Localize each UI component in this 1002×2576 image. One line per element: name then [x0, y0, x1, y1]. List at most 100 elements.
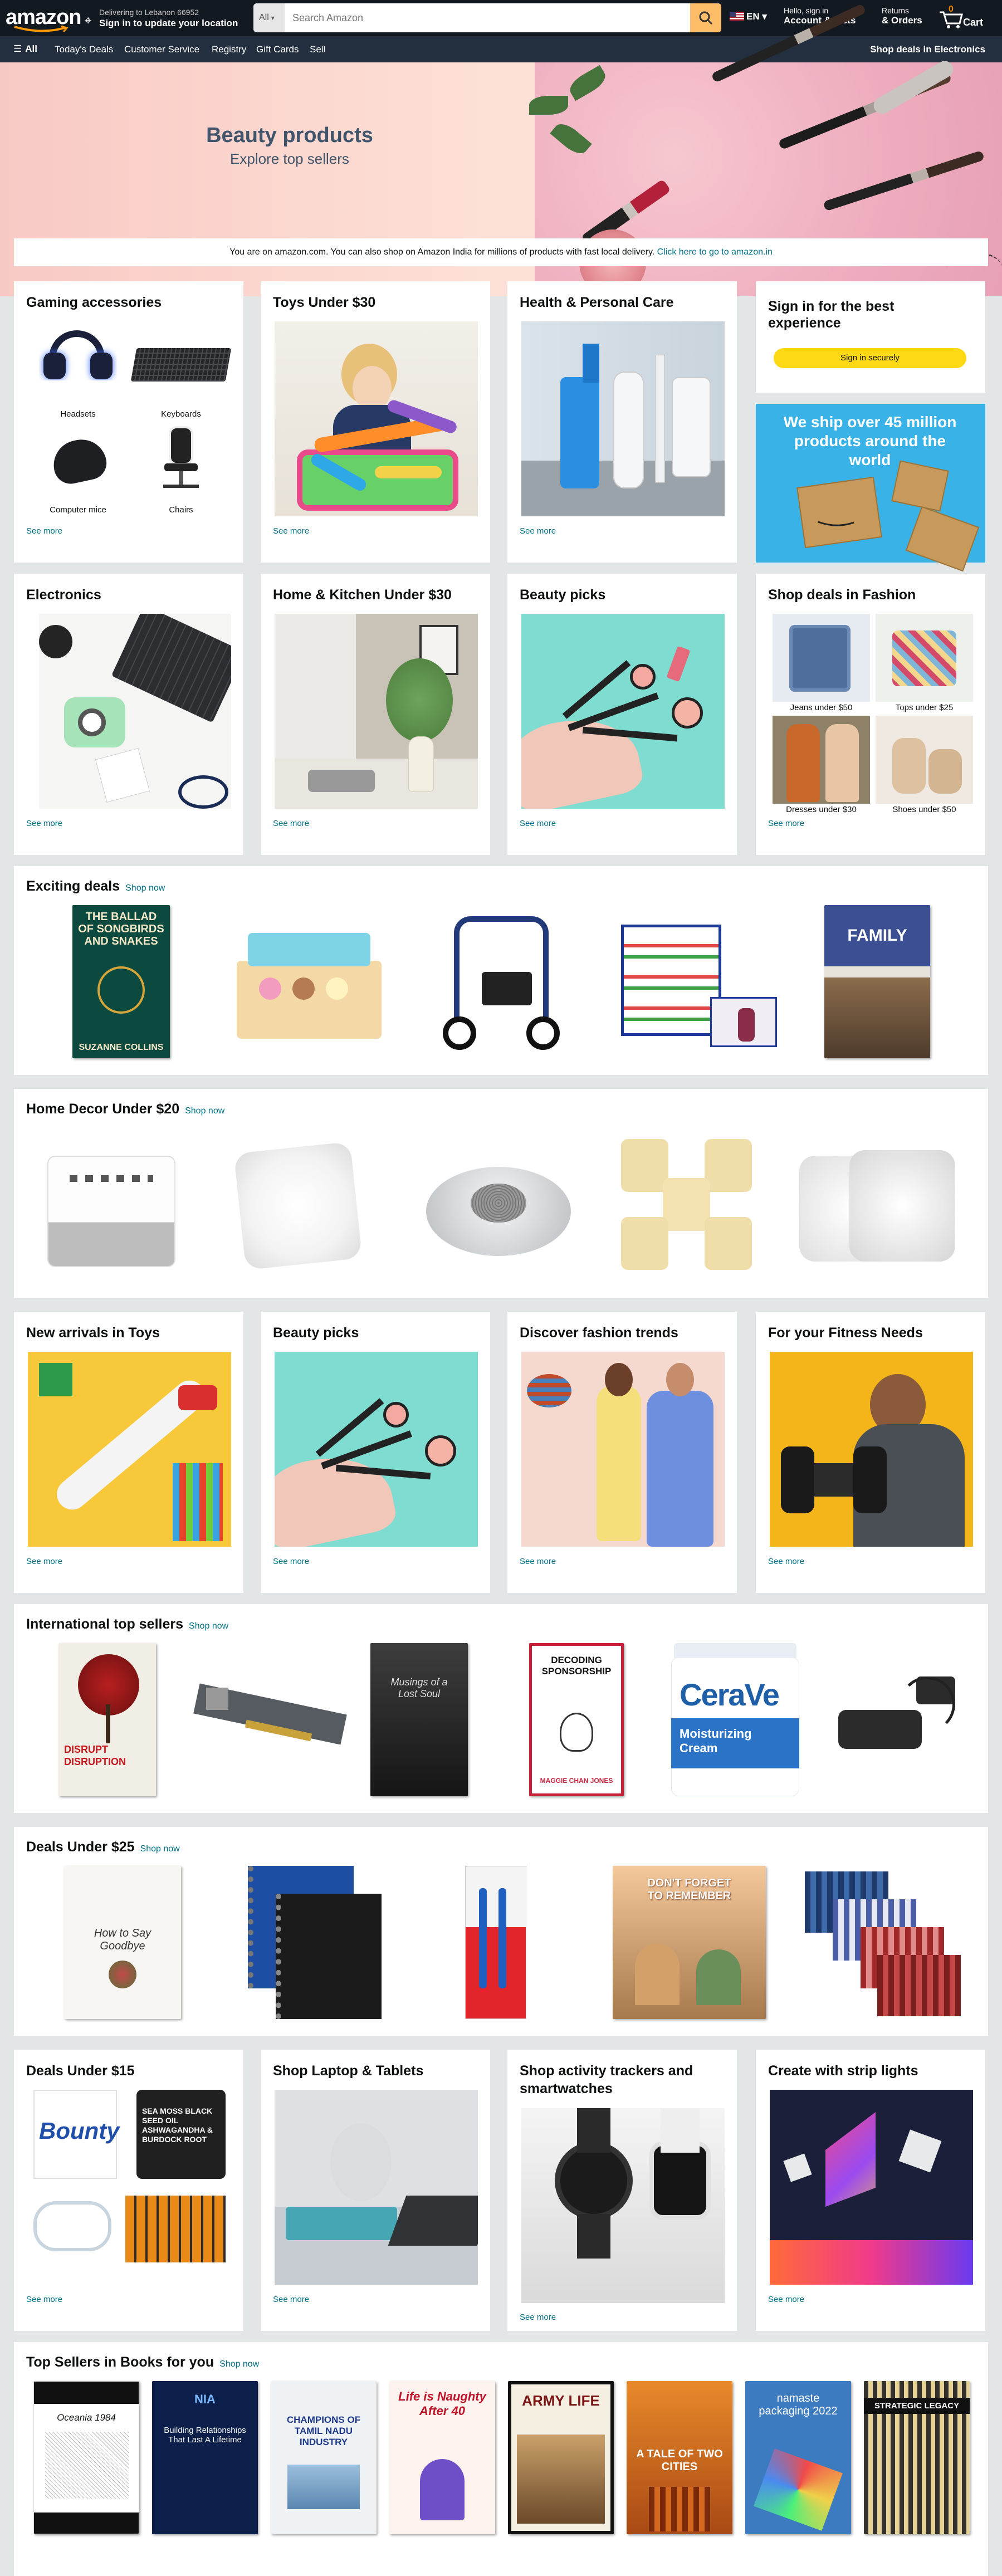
beauty-picks-image[interactable]	[521, 614, 725, 809]
product-ice-cream-toy[interactable]	[226, 916, 398, 1050]
see-more-link[interactable]: See more	[273, 2295, 309, 2304]
product-boxers[interactable]	[799, 1866, 966, 2025]
product-remember-book[interactable]: DON'T FORGET TO REMEMBER	[613, 1866, 766, 2019]
language-selector[interactable]: EN ▾	[730, 11, 767, 22]
smartwatch-image[interactable]	[521, 2108, 725, 2303]
card-title: Discover fashion trends	[520, 1325, 678, 1341]
health-image[interactable]	[521, 321, 725, 516]
see-more-link[interactable]: See more	[26, 526, 62, 536]
keyboard-image[interactable]	[131, 337, 231, 393]
tops-image[interactable]	[876, 614, 973, 702]
search-category-dropdown[interactable]: All	[253, 3, 285, 32]
see-more-link[interactable]: See more	[520, 1557, 556, 1566]
deals-15-image[interactable]: Bounty SEA MOSS BLACK SEED OIL ASHWAGAND…	[28, 2090, 231, 2285]
product-white-noise-box[interactable]	[36, 1133, 187, 1278]
shop-now-link[interactable]: Shop now	[125, 883, 165, 893]
product-disrupt-book[interactable]: DISRUPT DISRUPTION	[58, 1643, 156, 1796]
shoes-image[interactable]	[876, 716, 973, 804]
dresses-image[interactable]	[773, 716, 870, 804]
book-oceania[interactable]: Oceania 1984	[33, 2381, 139, 2534]
see-more-link[interactable]: See more	[273, 526, 309, 536]
see-more-link[interactable]: See more	[768, 819, 804, 828]
see-more-link[interactable]: See more	[273, 819, 309, 828]
toys-image[interactable]	[275, 321, 478, 516]
headset-image[interactable]	[39, 325, 117, 380]
product-pentel-pens[interactable]	[460, 1866, 532, 2025]
shop-now-link[interactable]: Shop now	[189, 1621, 228, 1631]
nav-todays-deals[interactable]: Today's Deals	[55, 44, 113, 55]
see-more-link[interactable]: See more	[273, 1557, 309, 1566]
book-relationships[interactable]: NIA Building Relationships That Last A L…	[152, 2381, 258, 2534]
dresses-label[interactable]: Dresses under $30	[773, 805, 870, 814]
returns-orders[interactable]: Returns & Orders	[882, 6, 932, 26]
see-more-link[interactable]: See more	[520, 2313, 556, 2322]
book-life-naughty[interactable]: Life is Naughty After 40	[389, 2381, 495, 2534]
keyboards-label[interactable]: Keyboards	[131, 409, 231, 419]
search-bar: All	[253, 3, 721, 32]
nav-gift-cards[interactable]: Gift Cards	[256, 44, 299, 55]
product-sound-machine[interactable]	[409, 1133, 588, 1278]
card-strip-lights: Create with strip lights See more	[756, 2050, 985, 2331]
jeans-label[interactable]: Jeans under $50	[773, 703, 870, 712]
all-menu-button[interactable]: All	[13, 43, 37, 55]
see-more-link[interactable]: See more	[768, 1557, 804, 1566]
product-rollator[interactable]	[421, 905, 588, 1064]
book-namaste-packaging[interactable]: namaste packaging 2022	[745, 2381, 851, 2534]
fashion-trends-image[interactable]	[521, 1352, 725, 1547]
shoes-label[interactable]: Shoes under $50	[876, 805, 973, 814]
nav-electronics-deals[interactable]: Shop deals in Electronics	[870, 44, 985, 55]
delivery-location[interactable]: ⌖ Delivering to Lebanon 66952 Sign in to…	[85, 6, 246, 30]
see-more-link[interactable]: See more	[26, 819, 62, 828]
product-art-organizer[interactable]	[604, 913, 788, 1058]
see-more-link[interactable]: See more	[768, 2295, 804, 2304]
product-decoding-book[interactable]: DECODING SPONSORSHIP MAGGIE CHAN JONES	[529, 1643, 624, 1796]
home-kitchen-image[interactable]	[275, 614, 478, 809]
product-ballad-book[interactable]: THE BALLAD OF SONGBIRDS AND SNAKES SUZAN…	[72, 905, 170, 1058]
tops-label[interactable]: Tops under $25	[876, 703, 973, 712]
see-more-link[interactable]: See more	[26, 1557, 62, 1566]
product-goodbye-book[interactable]: How to Say Goodbye	[64, 1866, 181, 2019]
card-toys-under-30: Toys Under $30 See more	[261, 281, 490, 563]
computer-mice-label[interactable]: Computer mice	[39, 505, 117, 515]
product-battery-charger[interactable]	[816, 1654, 972, 1788]
book-two-cities[interactable]: A TALE OF TWO CITIES	[627, 2381, 732, 2534]
laptop-image[interactable]	[275, 2090, 478, 2285]
nav-sell[interactable]: Sell	[310, 44, 325, 55]
product-notebooks[interactable]	[237, 1866, 393, 2025]
shop-now-link[interactable]: Shop now	[185, 1106, 224, 1116]
cart-button[interactable]: 0 Cart	[939, 4, 1000, 31]
book-army-life[interactable]: ARMY LIFE	[508, 2381, 614, 2534]
shop-now-link[interactable]: Shop now	[140, 1844, 180, 1854]
product-musings-book[interactable]: Musings of a Lost Soul	[370, 1643, 468, 1796]
chair-image[interactable]	[153, 423, 209, 496]
mouse-image[interactable]	[39, 432, 117, 487]
beauty-picks-image[interactable]	[275, 1352, 478, 1547]
toys-arrivals-image[interactable]	[28, 1352, 231, 1547]
nav-customer-service[interactable]: Customer Service	[124, 44, 199, 55]
see-more-link[interactable]: See more	[26, 2295, 62, 2304]
chairs-label[interactable]: Chairs	[142, 505, 220, 515]
amazon-india-link[interactable]: Click here to go to amazon.in	[657, 247, 773, 257]
search-button[interactable]	[690, 3, 721, 32]
see-more-link[interactable]: See more	[520, 819, 556, 828]
search-input[interactable]	[285, 3, 691, 32]
shop-now-link[interactable]: Shop now	[219, 2359, 259, 2369]
product-family-book[interactable]: FAMILY	[824, 905, 930, 1058]
product-pillows-pair[interactable]	[794, 1133, 961, 1278]
book-champions[interactable]: CHAMPIONS OF TAMIL NADU INDUSTRY	[271, 2381, 377, 2534]
fitness-image[interactable]	[770, 1352, 973, 1547]
product-cerave[interactable]: CeraVe Moisturizing Cream	[668, 1643, 802, 1802]
amazon-logo[interactable]: amazon	[6, 4, 81, 32]
strip-lights-image[interactable]	[770, 2090, 973, 2285]
headsets-label[interactable]: Headsets	[39, 409, 117, 419]
book-strategic-legacy[interactable]: STRATEGIC LEGACY	[864, 2381, 970, 2534]
nav-registry[interactable]: Registry	[212, 44, 246, 55]
sign-in-securely-button[interactable]: Sign in securely	[774, 348, 966, 368]
electronics-image[interactable]	[39, 614, 231, 809]
see-more-link[interactable]: See more	[520, 526, 556, 536]
product-network-card[interactable]	[189, 1660, 351, 1771]
product-led-candles[interactable]	[610, 1128, 766, 1278]
shipping-promo[interactable]: We ship over 45 million products around …	[756, 404, 985, 572]
product-pillow-insert[interactable]	[223, 1133, 373, 1278]
jeans-image[interactable]	[773, 614, 870, 702]
